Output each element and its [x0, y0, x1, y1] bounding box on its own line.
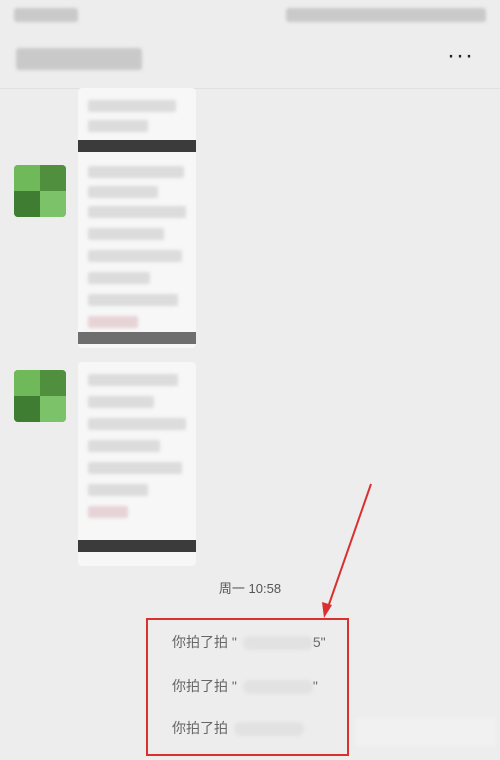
annotation-arrow: [322, 483, 372, 618]
